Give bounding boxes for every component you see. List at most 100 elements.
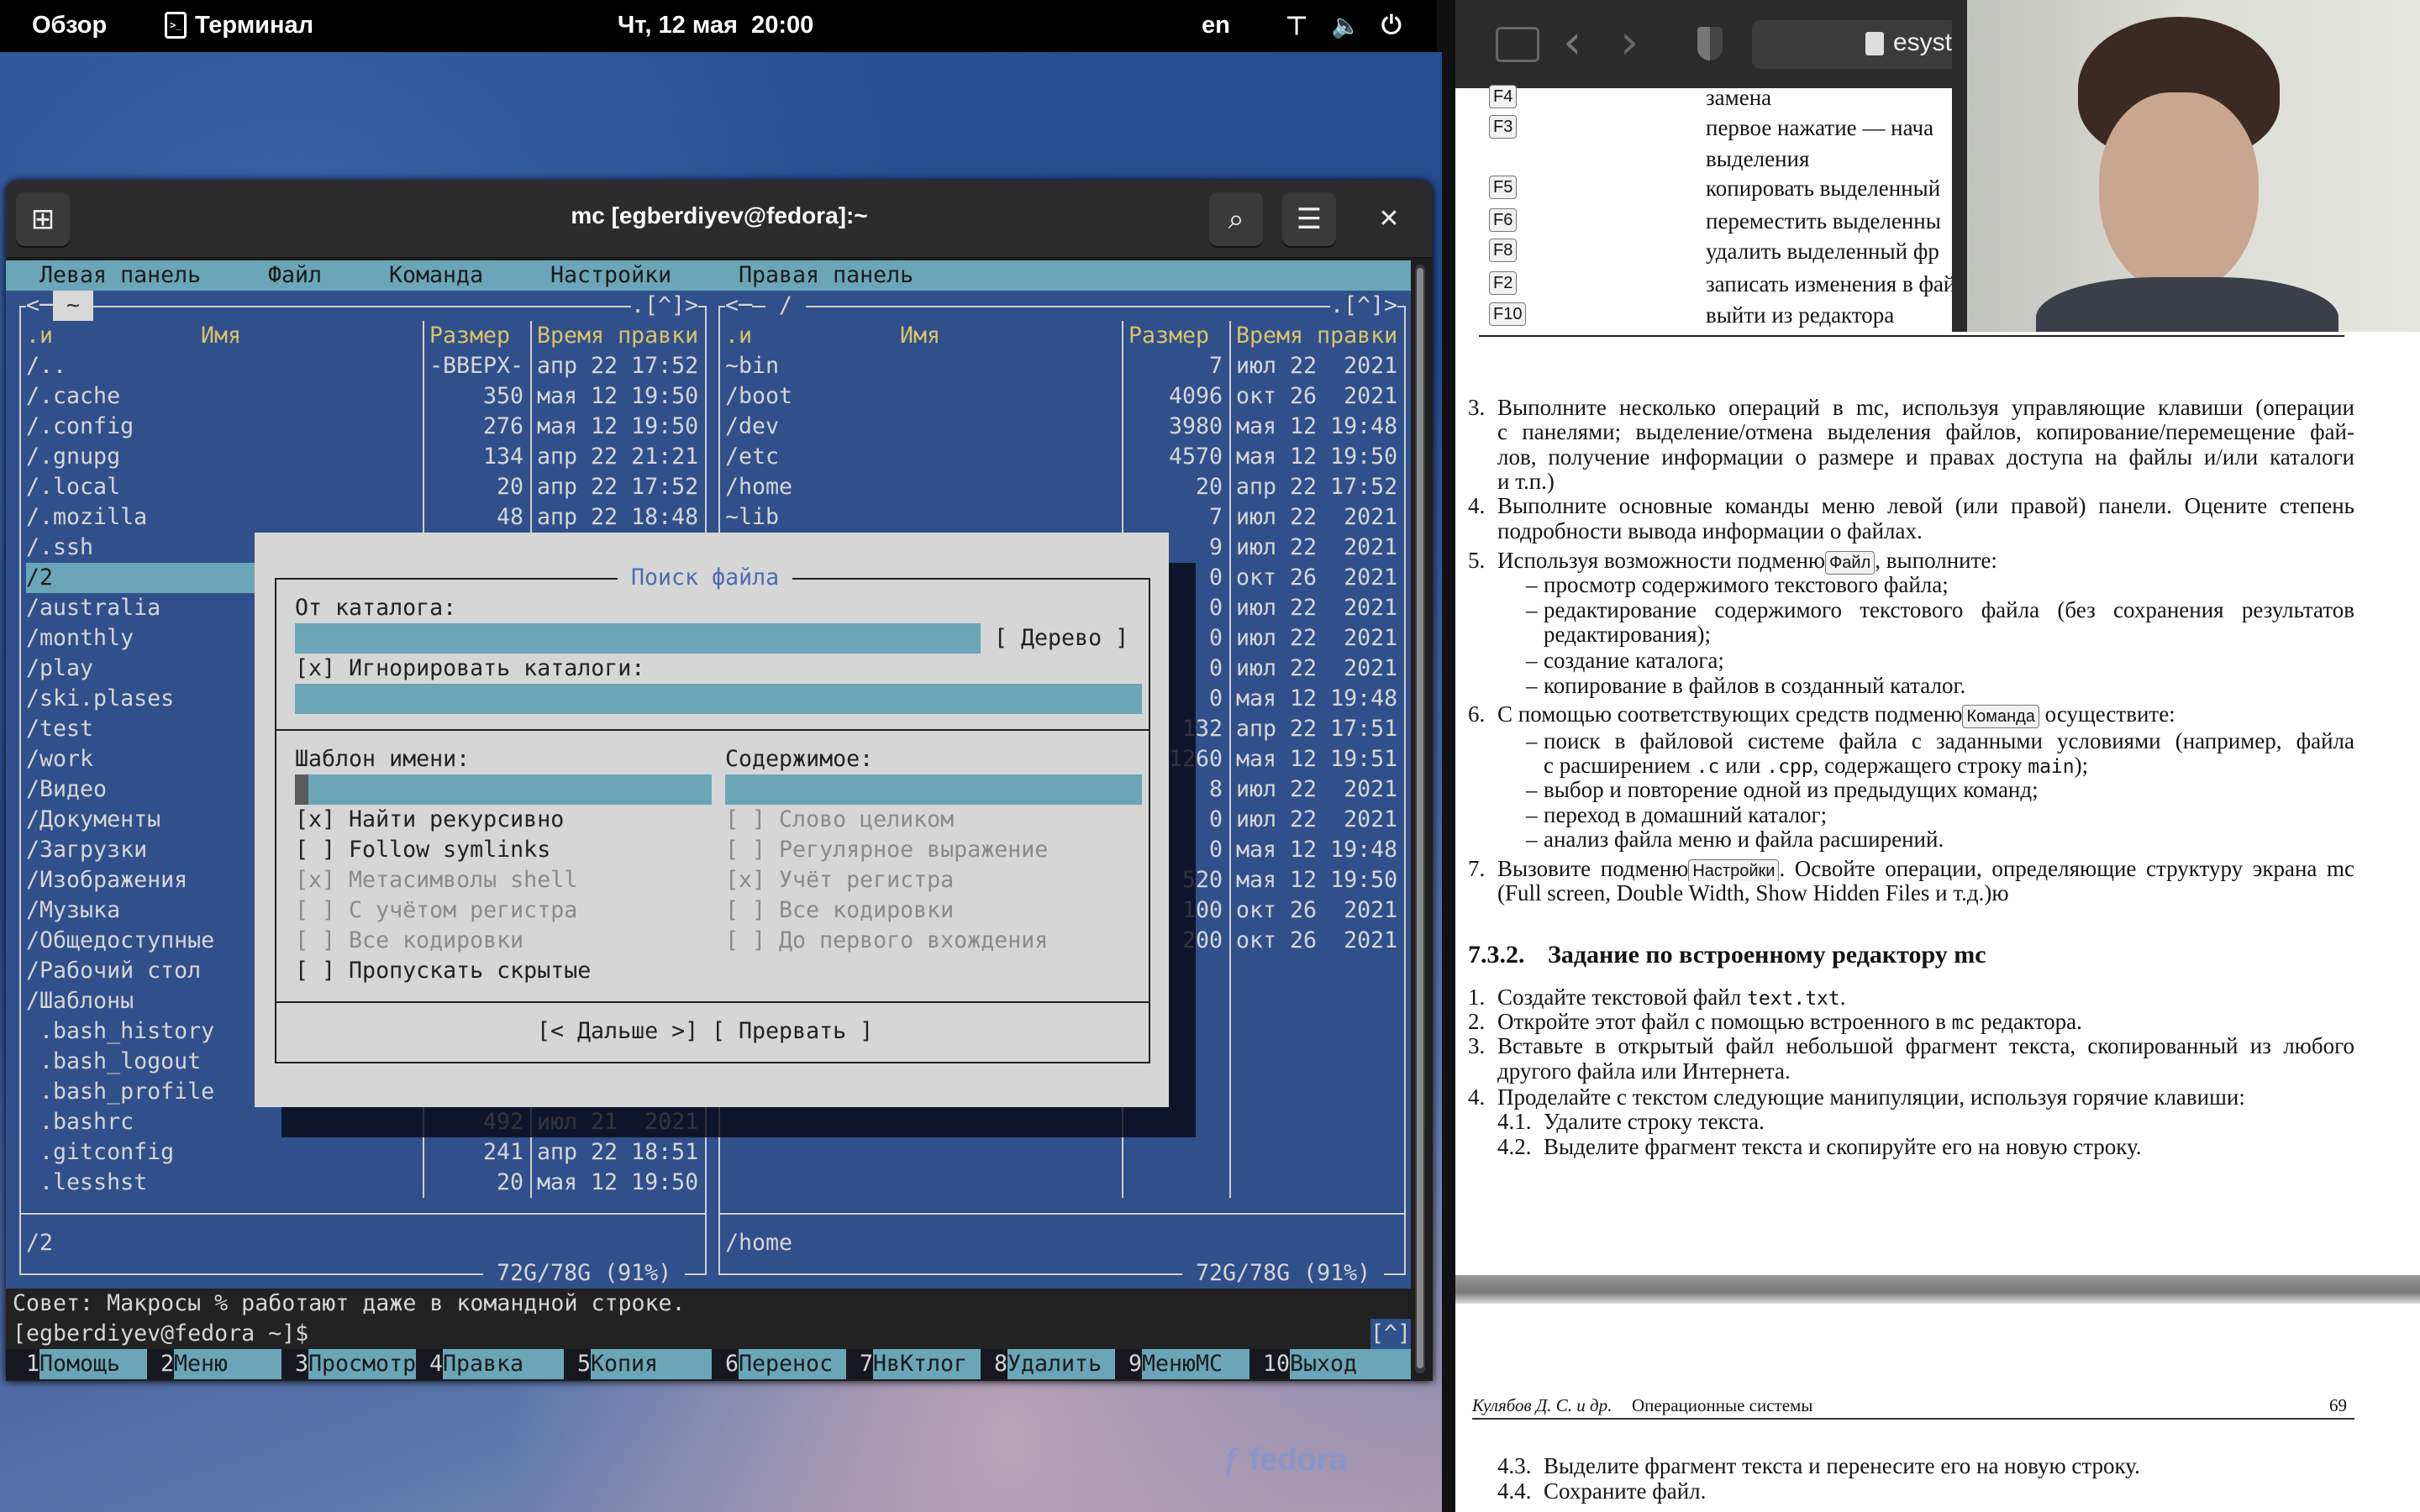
- left-history-back[interactable]: <─: [26, 291, 54, 321]
- file-name[interactable]: ~bin: [725, 351, 1115, 381]
- option-checkbox[interactable]: [ ] Слово целиком: [725, 805, 954, 835]
- fkey-МенюMC[interactable]: МенюMC: [1142, 1349, 1249, 1379]
- option-checkbox[interactable]: [x] Учёт регистра: [725, 865, 954, 895]
- option-checkbox[interactable]: [ ] Регулярное выражение: [725, 835, 1048, 865]
- file-name[interactable]: /..: [26, 351, 416, 381]
- right-header-name[interactable]: Имя: [900, 321, 940, 351]
- text-run: с расширением: [1544, 753, 1697, 778]
- option-checkbox[interactable]: [ ] Follow symlinks: [295, 835, 550, 865]
- option-checkbox[interactable]: [ ] Все кодировки: [295, 926, 523, 956]
- option-checkbox[interactable]: [ ] До первого вхождения: [725, 926, 1048, 956]
- volume-muted-icon[interactable]: 🔈: [1331, 12, 1360, 39]
- fkey-number[interactable]: 5: [577, 1349, 591, 1379]
- power-icon[interactable]: ⏻: [1381, 12, 1402, 40]
- file-name[interactable]: /.local: [26, 472, 416, 502]
- file-name[interactable]: /dev: [725, 412, 1115, 442]
- file-name[interactable]: /.mozilla: [26, 502, 416, 533]
- from-dir-input[interactable]: [295, 623, 981, 654]
- ignore-dirs-checkbox[interactable]: [x] Игнорировать каталоги:: [295, 654, 644, 684]
- text-run: Выделите фрагмент текста и скопируйте ег…: [1544, 1134, 2142, 1159]
- list-number: 1.: [1468, 984, 1486, 1010]
- option-checkbox[interactable]: [ ] Все кодировки: [725, 895, 954, 926]
- right-sort-indicator[interactable]: .и: [725, 321, 752, 351]
- content-label: Содержимое:: [725, 746, 874, 772]
- menu-item-0[interactable]: Левая панель: [39, 260, 201, 291]
- left-header-name[interactable]: Имя: [201, 321, 241, 351]
- fkey-number[interactable]: 7: [860, 1349, 873, 1379]
- fkey-number[interactable]: 1: [26, 1349, 39, 1379]
- fkey-number[interactable]: 6: [725, 1349, 739, 1379]
- menu-item-3[interactable]: Настройки: [550, 260, 671, 291]
- fkey-number[interactable]: 4: [429, 1349, 443, 1379]
- file-name[interactable]: /.config: [26, 412, 416, 442]
- menu-bar: [6, 260, 1411, 291]
- text-run: или: [1719, 753, 1767, 778]
- name-pattern-input[interactable]: [295, 774, 712, 805]
- tree-button[interactable]: [ Дерево ]: [994, 623, 1128, 654]
- content-input[interactable]: [725, 774, 1142, 805]
- file-name[interactable]: /home: [725, 472, 1115, 502]
- menu-item-1[interactable]: Файл: [268, 260, 322, 291]
- fkey-Копия[interactable]: Копия: [591, 1349, 712, 1379]
- right-panel-nav[interactable]: .[^]>: [1330, 291, 1398, 321]
- left-panel-path[interactable]: ~: [53, 291, 94, 321]
- fkey-Меню[interactable]: Меню: [174, 1349, 281, 1379]
- text-run: Вызовите подменю: [1497, 856, 1689, 881]
- option-checkbox[interactable]: [ ] С учётом регистра: [295, 895, 577, 926]
- find-button[interactable]: [< Дальше >]: [537, 1016, 698, 1047]
- network-icon[interactable]: ⊤: [1286, 12, 1307, 41]
- right-header-size[interactable]: Размер: [1128, 321, 1209, 351]
- option-checkbox[interactable]: [ ] Пропускать скрытые: [295, 956, 591, 986]
- file-name[interactable]: ~lib: [725, 502, 1115, 533]
- fkey-Выход[interactable]: Выход: [1290, 1349, 1411, 1379]
- fkey-Просмотр[interactable]: Просмотр: [308, 1349, 416, 1379]
- fkey-Помощь[interactable]: Помощь: [39, 1349, 147, 1379]
- activities-button[interactable]: Обзор: [32, 12, 107, 39]
- file-name[interactable]: .lesshst: [26, 1168, 416, 1198]
- right-current-dir: /home: [725, 1230, 793, 1256]
- file-name[interactable]: /.gnupg: [26, 442, 416, 472]
- fkey-number[interactable]: 3: [295, 1349, 308, 1379]
- close-button[interactable]: ✕: [1362, 192, 1416, 246]
- fkey-Правка[interactable]: Правка: [443, 1349, 564, 1379]
- text-run: редактирования);: [1544, 622, 1712, 647]
- file-name[interactable]: /.cache: [26, 381, 416, 412]
- file-name[interactable]: .gitconfig: [26, 1137, 416, 1168]
- left-panel-nav[interactable]: .[^]>: [631, 291, 699, 321]
- text-run: Проделайте с текстом следующие манипуляц…: [1497, 1084, 2245, 1110]
- menu-item-4[interactable]: Правая панель: [739, 260, 913, 291]
- right-header-mtime[interactable]: Время правки: [1236, 321, 1397, 351]
- menu-item-2[interactable]: Команда: [389, 260, 483, 291]
- abort-button[interactable]: [ Прервать ]: [712, 1016, 873, 1047]
- file-name[interactable]: /boot: [725, 381, 1115, 412]
- fkey-number[interactable]: 9: [1128, 1349, 1142, 1379]
- file-size: 7: [1208, 504, 1223, 530]
- right-history-back[interactable]: <─: [725, 291, 753, 321]
- file-name[interactable]: /etc: [725, 442, 1115, 472]
- text-run: осуществите:: [2039, 701, 2175, 727]
- ignore-dirs-input[interactable]: [295, 684, 1142, 714]
- fkey-Перенос[interactable]: Перенос: [739, 1349, 846, 1379]
- app-menu-terminal[interactable]: Терминал: [195, 12, 313, 39]
- left-sort-indicator[interactable]: .и: [26, 321, 53, 351]
- left-header-size[interactable]: Размер: [429, 321, 510, 351]
- right-panel-path[interactable]: /: [765, 291, 807, 321]
- fkey-Удалить[interactable]: Удалить: [1007, 1349, 1115, 1379]
- keyboard-layout[interactable]: en: [1202, 12, 1230, 39]
- search-button[interactable]: ⌕: [1209, 192, 1263, 246]
- fkey-number[interactable]: 2: [160, 1349, 174, 1379]
- fkey-number[interactable]: 8: [994, 1349, 1007, 1379]
- command-prompt[interactable]: [egberdiyev@fedora ~]$: [13, 1319, 308, 1349]
- clock[interactable]: Чт, 12 мая 20:00: [618, 12, 813, 39]
- fkey-number[interactable]: 10: [1263, 1349, 1290, 1379]
- menu-button[interactable]: ☰: [1282, 192, 1336, 246]
- subshell-indicator[interactable]: [^]: [1370, 1319, 1412, 1349]
- key-description: замена: [1706, 85, 1772, 110]
- scrollbar-thumb[interactable]: [1417, 268, 1423, 1368]
- key-description: выделения: [1706, 146, 1810, 171]
- fkey-НвКтлог[interactable]: НвКтлог: [873, 1349, 981, 1379]
- terminal-scrollbar[interactable]: [1415, 265, 1425, 1373]
- option-checkbox[interactable]: [x] Метасимволы shell: [295, 865, 577, 895]
- option-checkbox[interactable]: [x] Найти рекурсивно: [295, 805, 564, 835]
- left-header-mtime[interactable]: Время правки: [537, 321, 698, 351]
